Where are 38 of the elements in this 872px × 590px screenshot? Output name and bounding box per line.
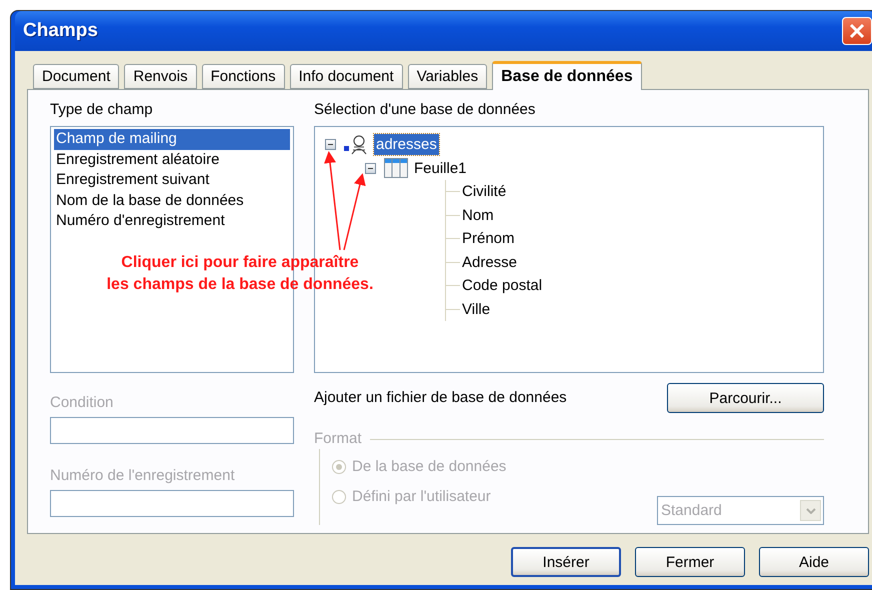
dialog-button[interactable]: Aide — [759, 547, 869, 577]
tree-item[interactable]: Code postal — [460, 275, 544, 296]
tree-item[interactable]: Adresse — [460, 252, 520, 273]
dialog-button[interactable]: Insérer — [511, 547, 621, 577]
browse-button[interactable]: Parcourir... — [667, 383, 824, 413]
condition-label: Condition — [50, 393, 114, 413]
list-item[interactable]: Nom de la base de données — [54, 190, 290, 211]
tab[interactable]: Fonctions — [202, 64, 285, 89]
collapse-icon[interactable] — [325, 139, 336, 150]
tab[interactable]: Document — [33, 64, 120, 89]
table-icon — [384, 158, 408, 178]
tree-item[interactable]: Feuille1 — [412, 158, 469, 179]
format-label: Format — [314, 429, 362, 449]
close-button[interactable] — [842, 17, 872, 45]
tree-item[interactable]: Prénom — [460, 228, 517, 250]
tab[interactable]: Info document — [290, 64, 403, 89]
list-item[interactable]: Enregistrement suivant — [54, 170, 290, 190]
tab[interactable]: Renvois — [124, 64, 197, 89]
dialog-button[interactable]: Fermer — [635, 547, 745, 577]
tree-item[interactable]: Civilité — [460, 181, 508, 202]
close-icon — [849, 23, 865, 39]
list-item[interactable]: Champ de mailing — [54, 129, 290, 150]
tab[interactable]: Variables — [408, 64, 488, 89]
tree-item[interactable]: adresses — [374, 134, 439, 156]
chevron-down-icon — [806, 508, 816, 514]
list-item[interactable]: Numéro d'enregistrement — [54, 211, 290, 232]
tree-item[interactable]: Nom — [460, 204, 496, 226]
tab[interactable]: Base de données — [492, 61, 642, 90]
field-type-label: Type de champ — [50, 100, 154, 120]
window-title: Champs — [23, 20, 98, 42]
tree-item[interactable]: Ville — [460, 298, 492, 320]
database-selection-label: Sélection d'une base de données — [314, 100, 536, 120]
radio-label: Défini par l'utilisateur — [352, 487, 491, 507]
add-database-label: Ajouter un fichier de base de données — [314, 388, 567, 408]
collapse-icon[interactable] — [365, 162, 376, 174]
radio-label: De la base de données — [352, 457, 506, 477]
list-item[interactable]: Enregistrement aléatoire — [54, 150, 290, 170]
record-number-label: Numéro de l'enregistrement — [50, 466, 236, 486]
